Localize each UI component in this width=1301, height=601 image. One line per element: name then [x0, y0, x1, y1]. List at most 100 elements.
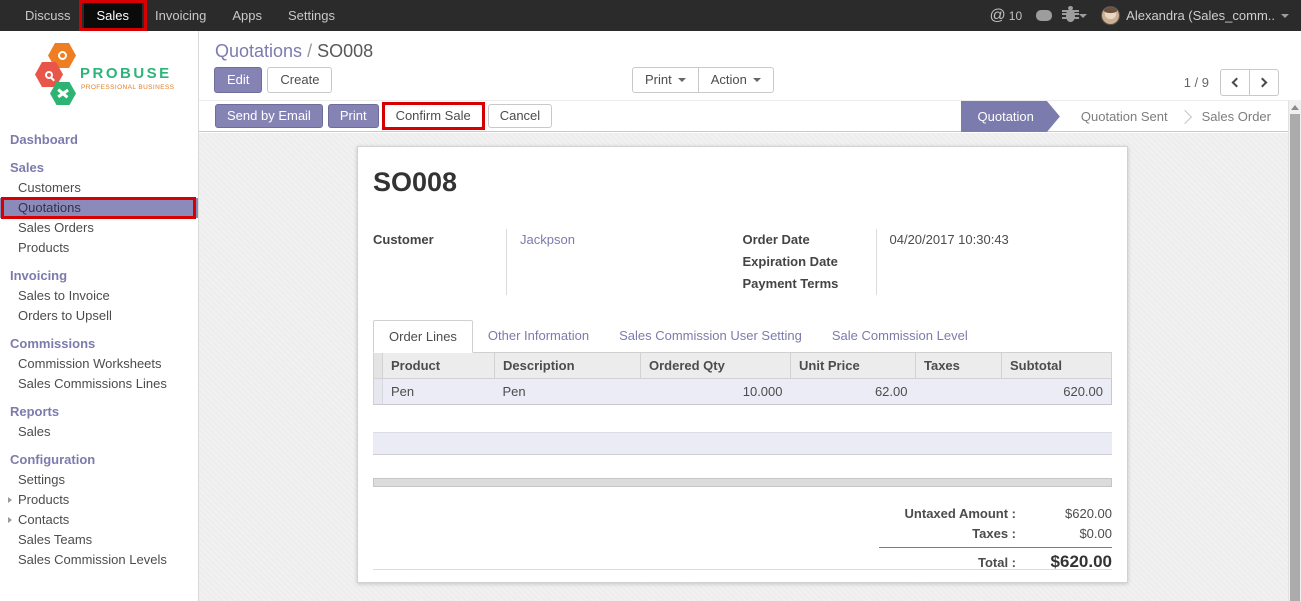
horizontal-scrollbar[interactable] — [373, 478, 1112, 487]
cell-taxes — [916, 379, 1002, 405]
column-header-product[interactable]: Product — [383, 353, 495, 379]
expand-arrow-icon — [8, 497, 12, 503]
column-header-unit-price[interactable]: Unit Price — [791, 353, 916, 379]
cell-unit-price: 62.00 — [791, 379, 916, 405]
control-panel: Quotations/SO008 Edit Create Print Actio… — [199, 31, 1301, 100]
topnav-item-invoicing[interactable]: Invoicing — [142, 0, 219, 31]
expand-arrow-icon — [8, 517, 12, 523]
column-header-taxes[interactable]: Taxes — [916, 353, 1002, 379]
taxes-value: $0.00 — [1016, 524, 1112, 544]
sidebar-item-sales-to-invoice[interactable]: Sales to Invoice — [0, 286, 198, 306]
brand-tagline: PROFESSIONAL BUSINESS — [81, 84, 174, 91]
taxes-row: Taxes : $0.00 — [972, 524, 1112, 544]
sidebar-section-reports[interactable]: Reports — [0, 401, 198, 422]
sidebar-item-contacts[interactable]: Contacts — [0, 510, 198, 530]
customer-value[interactable]: Jackpson — [520, 229, 743, 251]
sidebar-item-sales-commission-levels[interactable]: Sales Commission Levels — [0, 550, 198, 570]
pager-previous-button[interactable] — [1220, 69, 1250, 96]
stage-quotation-sent[interactable]: Quotation Sent — [1064, 101, 1185, 132]
column-header-ordered-qty[interactable]: Ordered Qty — [641, 353, 791, 379]
expiration-date-value — [890, 251, 1113, 273]
sidebar-section-configuration[interactable]: Configuration — [0, 449, 198, 470]
tab-other-information[interactable]: Other Information — [473, 320, 604, 353]
breadcrumb-separator: / — [307, 41, 312, 61]
cancel-button[interactable]: Cancel — [488, 104, 552, 128]
breadcrumb-current: SO008 — [317, 41, 373, 61]
row-handle[interactable] — [374, 379, 383, 405]
sidebar-item-settings[interactable]: Settings — [0, 470, 198, 490]
scroll-up-button[interactable] — [1289, 100, 1301, 114]
statusbar-buttons: Send by EmailPrintConfirm SaleCancel — [215, 104, 552, 128]
chevron-down-icon — [1079, 14, 1087, 18]
mention-count: 10 — [1009, 9, 1022, 23]
column-header-description[interactable]: Description — [495, 353, 641, 379]
sidebar-item-orders-to-upsell[interactable]: Orders to Upsell — [0, 306, 198, 326]
payment-terms-label: Payment Terms — [743, 273, 876, 295]
cell-subtotal: 620.00 — [1002, 379, 1112, 405]
pager: 1 / 9 — [1184, 69, 1279, 96]
sheet-footer-divider — [373, 569, 1112, 570]
action-dropdown-button[interactable]: Action — [698, 67, 774, 93]
sidebar-section-sales[interactable]: Sales — [0, 157, 198, 178]
avatar — [1101, 6, 1120, 25]
sidebar-section-dashboard[interactable]: Dashboard — [0, 129, 198, 150]
debug-menu[interactable] — [1066, 9, 1087, 22]
status-pipeline: QuotationQuotation SentSales Order — [961, 101, 1288, 132]
chevron-left-icon — [1232, 78, 1242, 88]
sidebar-item-sales[interactable]: Sales — [0, 422, 198, 442]
sidebar-item-sales-commissions-lines[interactable]: Sales Commissions Lines — [0, 374, 198, 394]
pager-buttons — [1220, 69, 1279, 96]
tab-sales-commission-user-setting[interactable]: Sales Commission User Setting — [604, 320, 817, 353]
cell-product: Pen — [383, 379, 495, 405]
brand-name: PROBUSE — [80, 65, 172, 82]
column-header-subtotal[interactable]: Subtotal — [1002, 353, 1112, 379]
tab-sale-commission-level[interactable]: Sale Commission Level — [817, 320, 983, 353]
table-row[interactable]: PenPen10.00062.00620.00 — [374, 379, 1112, 405]
topnav-item-apps[interactable]: Apps — [219, 0, 275, 31]
pager-next-button[interactable] — [1249, 69, 1279, 96]
topnav-item-discuss[interactable]: Discuss — [12, 0, 84, 31]
sidebar-item-quotations[interactable]: Quotations — [0, 198, 198, 218]
chevron-down-icon — [678, 78, 686, 82]
mentions-counter[interactable]: @ 10 — [990, 8, 1023, 24]
content-background: SO008 Customer Jackpson Order Date Expir… — [199, 133, 1301, 601]
top-navbar: DiscussSalesInvoicingAppsSettings @ 10 A… — [0, 0, 1301, 31]
at-icon: @ — [990, 8, 1006, 24]
stage-quotation[interactable]: Quotation — [961, 101, 1060, 132]
expiration-date-label: Expiration Date — [743, 251, 876, 273]
totals-block: Untaxed Amount : $620.00 Taxes : $0.00 T… — [373, 504, 1112, 573]
sidebar-section-commissions[interactable]: Commissions — [0, 333, 198, 354]
document-title: SO008 — [373, 167, 1112, 198]
user-menu[interactable]: Alexandra (Sales_comm.. — [1101, 6, 1289, 25]
scrollbar-thumb[interactable] — [1290, 114, 1300, 601]
create-button[interactable]: Create — [267, 67, 332, 93]
edit-button[interactable]: Edit — [214, 67, 262, 93]
stage-sales-order[interactable]: Sales Order — [1185, 101, 1288, 132]
topnav-item-sales[interactable]: Sales — [84, 0, 143, 31]
sidebar-item-commission-worksheets[interactable]: Commission Worksheets — [0, 354, 198, 374]
print-button[interactable]: Print — [328, 104, 379, 128]
vertical-scrollbar[interactable] — [1288, 100, 1301, 601]
send-by-email-button[interactable]: Send by Email — [215, 104, 323, 128]
sidebar-item-products[interactable]: Products — [0, 490, 198, 510]
chat-bubble-icon[interactable] — [1036, 10, 1052, 21]
triangle-up-icon — [1291, 105, 1299, 110]
print-dropdown-button[interactable]: Print — [632, 67, 699, 93]
tab-order-lines[interactable]: Order Lines — [373, 320, 473, 353]
field-group-left: Customer Jackpson — [373, 229, 743, 295]
sidebar-item-customers[interactable]: Customers — [0, 178, 198, 198]
sidebar-item-products[interactable]: Products — [0, 238, 198, 258]
untaxed-amount-label: Untaxed Amount : — [905, 504, 1016, 524]
field-groups: Customer Jackpson Order Date Expiration … — [373, 229, 1112, 295]
empty-line-row[interactable] — [373, 432, 1112, 455]
confirm-sale-button[interactable]: Confirm Sale — [384, 104, 483, 128]
pager-value: 1 / 9 — [1184, 75, 1209, 90]
chevron-down-icon — [753, 78, 761, 82]
breadcrumb-quotations[interactable]: Quotations — [215, 41, 302, 61]
user-name: Alexandra (Sales_comm.. — [1126, 8, 1275, 23]
cell-description: Pen — [495, 379, 641, 405]
sidebar-section-invoicing[interactable]: Invoicing — [0, 265, 198, 286]
sidebar-item-sales-orders[interactable]: Sales Orders — [0, 218, 198, 238]
sidebar-item-sales-teams[interactable]: Sales Teams — [0, 530, 198, 550]
topnav-item-settings[interactable]: Settings — [275, 0, 348, 31]
